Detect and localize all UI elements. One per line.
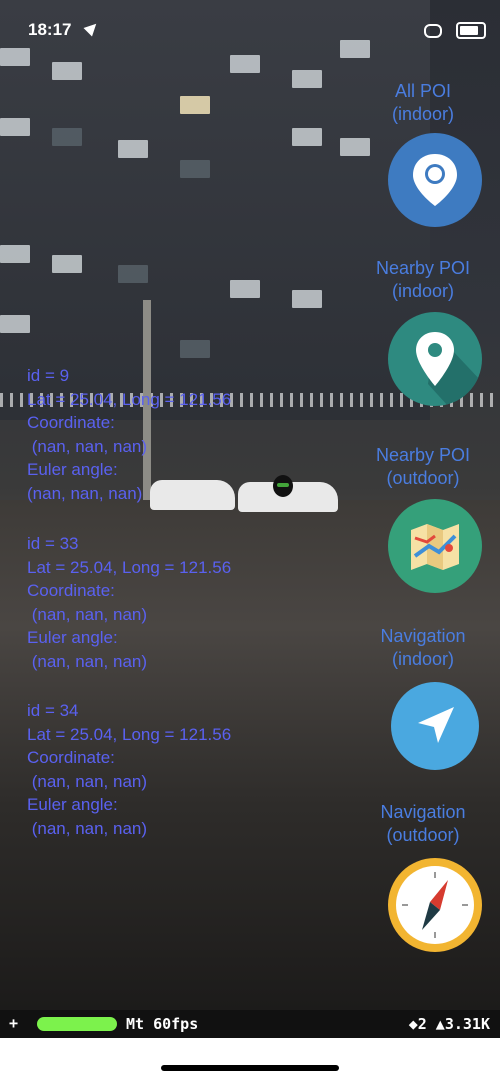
window <box>292 70 322 88</box>
window <box>292 128 322 146</box>
navigation-outdoor-label: Navigation (outdoor) <box>358 801 488 847</box>
home-indicator[interactable] <box>161 1065 339 1071</box>
window <box>52 128 82 146</box>
poi-euler-label: Euler angle: <box>27 460 118 479</box>
performance-stats-bar: + Mt 60fps ◆2 ▲3.31K <box>0 1010 500 1038</box>
nearby-poi-outdoor-label: Nearby POI (outdoor) <box>358 444 488 490</box>
nav-label-line: Navigation <box>380 626 466 646</box>
poi-latlong: Lat = 25.04, Long = 121.56 <box>27 389 232 409</box>
link-icon <box>424 24 442 38</box>
stats-expand-button[interactable]: + <box>9 1014 18 1032</box>
window <box>292 290 322 308</box>
poi-latlong: Lat = 25.04, Long = 121.56 <box>27 557 232 577</box>
window <box>0 48 30 66</box>
status-time: 18:17 <box>28 20 72 39</box>
fps-readout: Mt 60fps <box>126 1015 199 1033</box>
navigation-indoor-button[interactable] <box>391 682 479 770</box>
window <box>230 280 260 298</box>
window <box>0 118 30 136</box>
nav-label-line: Nearby POI <box>375 258 471 278</box>
folded-map-icon <box>411 524 459 570</box>
navigation-arrow-icon <box>418 707 454 743</box>
poi-id: id = 34 <box>27 701 79 720</box>
nav-label-line: (indoor) <box>391 281 455 301</box>
window <box>52 255 82 273</box>
location-arrow-icon <box>83 19 101 37</box>
nearby-poi-indoor-label: Nearby POI (indoor) <box>358 257 488 303</box>
window <box>0 245 30 263</box>
nav-label-line: (indoor) <box>391 649 455 669</box>
battery-icon <box>456 22 486 39</box>
window <box>118 265 148 283</box>
nav-label-line: Navigation <box>380 802 466 822</box>
window <box>230 55 260 73</box>
window <box>180 96 210 114</box>
poi-coordinate-label: Coordinate: <box>27 413 115 432</box>
poi-coordinate-value: (nan, nan, nan) <box>27 436 148 456</box>
location-pin-icon <box>413 154 457 206</box>
ar-marker-icon[interactable] <box>273 475 293 497</box>
poi-coordinate-value: (nan, nan, nan) <box>27 604 148 624</box>
all-poi-indoor-button[interactable] <box>388 133 482 227</box>
all-poi-indoor-label: All POI (indoor) <box>358 80 488 126</box>
poi-coordinate-label: Coordinate: <box>27 748 115 767</box>
navigation-indoor-label: Navigation (indoor) <box>358 625 488 671</box>
poi-latlong: Lat = 25.04, Long = 121.56 <box>27 724 232 744</box>
poi-info-block: id = 33 Lat = 25.04, Long = 121.56 Coord… <box>27 532 231 673</box>
compass-icon <box>396 866 474 944</box>
window <box>180 340 210 358</box>
poi-id: id = 33 <box>27 534 79 553</box>
poi-info-block: id = 9 Lat = 25.04, Long = 121.56 Coordi… <box>27 364 231 505</box>
nav-label-line: (outdoor) <box>386 468 460 488</box>
window <box>340 138 370 156</box>
poi-euler-label: Euler angle: <box>27 795 118 814</box>
nearby-poi-outdoor-button[interactable] <box>388 499 482 593</box>
window <box>0 315 30 333</box>
nav-label-line: (indoor) <box>391 104 455 124</box>
poi-id: id = 9 <box>27 366 70 385</box>
building <box>0 0 430 420</box>
nav-label-line: All POI <box>394 81 451 101</box>
location-pin-icon <box>416 332 482 406</box>
poi-euler-label: Euler angle: <box>27 628 118 647</box>
poi-coordinate-label: Coordinate: <box>27 581 115 600</box>
window <box>118 140 148 158</box>
draw-call-readout: ◆2 ▲3.31K <box>408 1015 490 1033</box>
navigation-outdoor-button[interactable] <box>388 858 482 952</box>
window <box>52 62 82 80</box>
poi-euler-value: (nan, nan, nan) <box>27 651 148 671</box>
poi-coordinate-value: (nan, nan, nan) <box>27 771 148 791</box>
status-bar: 18:17 <box>0 0 500 44</box>
nav-label-line: (outdoor) <box>386 825 460 845</box>
poi-euler-value: (nan, nan, nan) <box>27 483 143 503</box>
fps-meter <box>37 1017 117 1031</box>
poi-info-block: id = 34 Lat = 25.04, Long = 121.56 Coord… <box>27 699 231 840</box>
nearby-poi-indoor-button[interactable] <box>388 312 482 406</box>
window <box>180 160 210 178</box>
nav-label-line: Nearby POI <box>375 445 471 465</box>
poi-euler-value: (nan, nan, nan) <box>27 818 148 838</box>
